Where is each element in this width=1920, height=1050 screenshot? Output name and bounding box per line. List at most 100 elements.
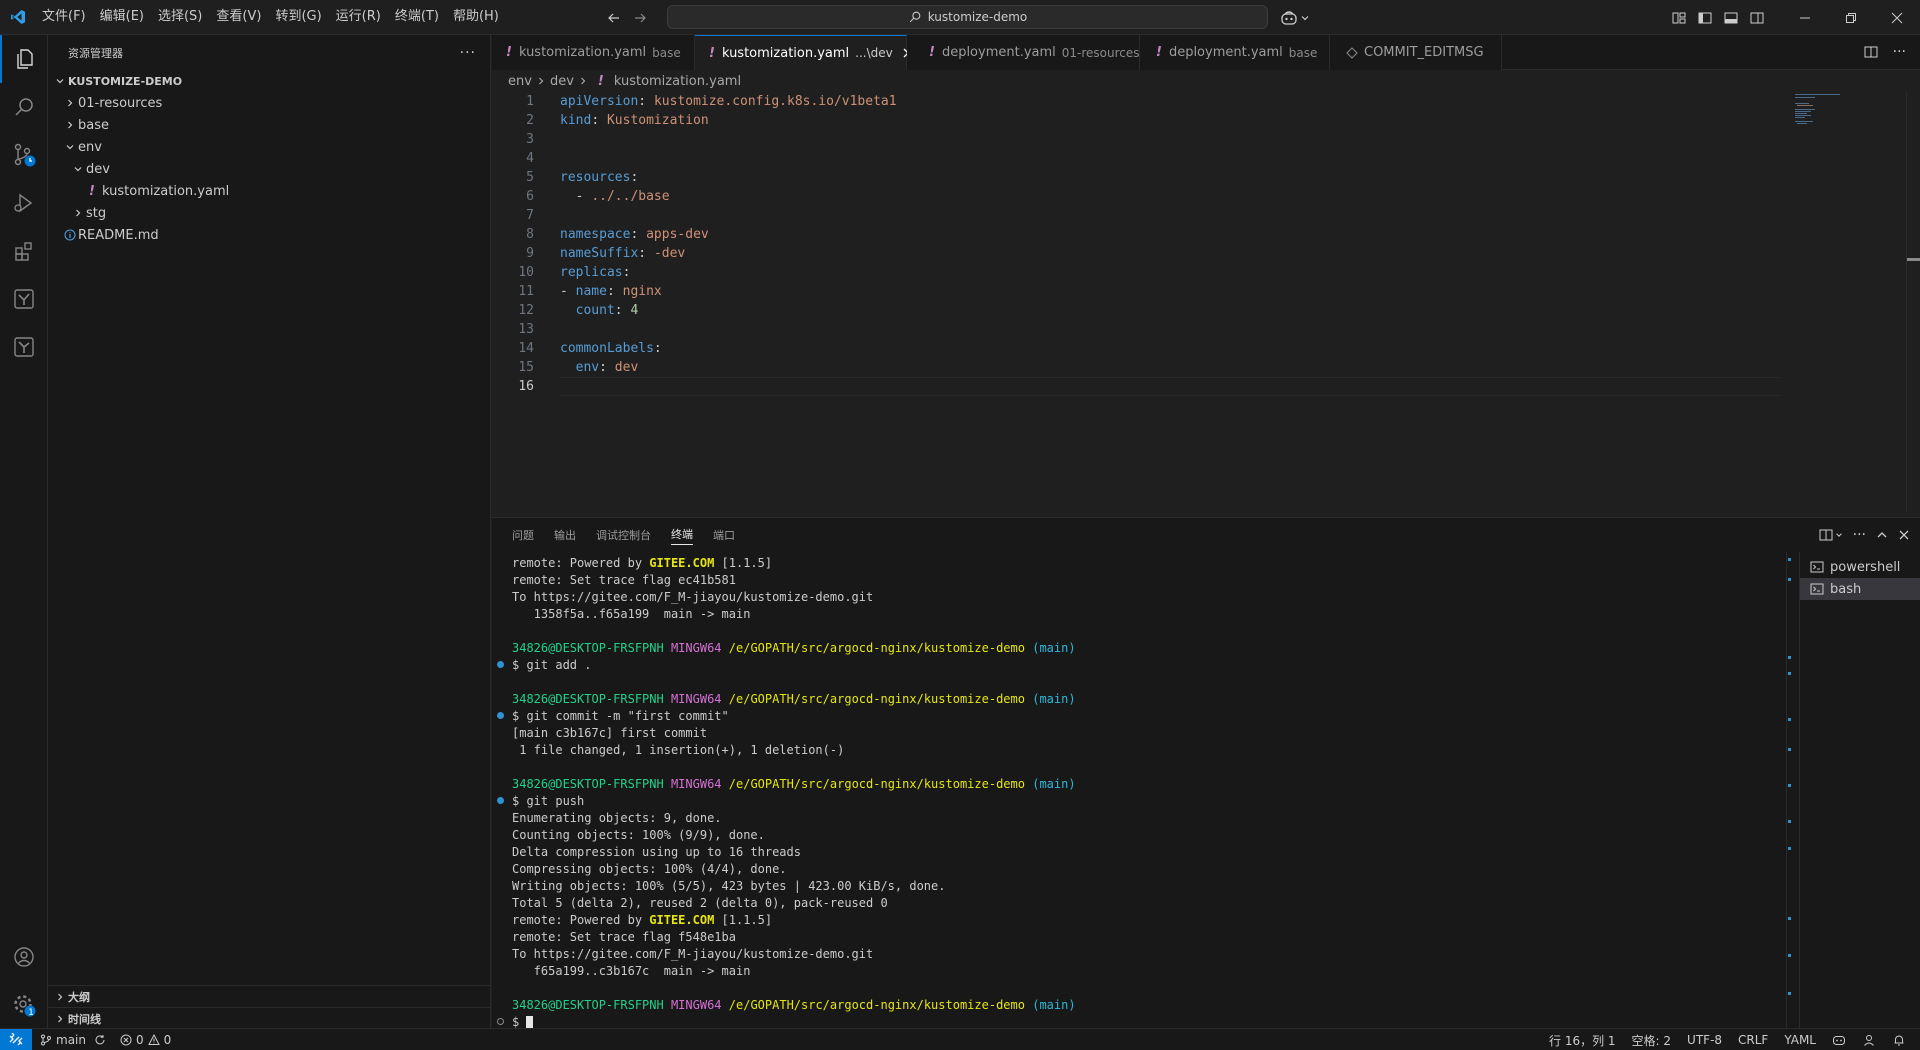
encoding[interactable]: UTF-8: [1687, 1033, 1722, 1047]
gitlens-activity-icon[interactable]: [0, 323, 48, 371]
copilot-button[interactable]: [1280, 0, 1310, 35]
line-ending[interactable]: CRLF: [1738, 1033, 1768, 1047]
settings-gear-icon[interactable]: 1: [0, 981, 48, 1029]
back-arrow-icon[interactable]: [606, 10, 622, 26]
explorer-activity-icon[interactable]: [0, 35, 48, 83]
forward-arrow-icon[interactable]: [632, 10, 648, 26]
menu-help[interactable]: 帮助(H): [446, 4, 506, 30]
tab-debug-console[interactable]: 调试控制台: [596, 527, 651, 543]
command-decoration-dot[interactable]: [497, 712, 504, 719]
tab-commit-editmsg[interactable]: COMMIT_EDITMSG: [1330, 35, 1502, 70]
tree-item-kustomization-yaml[interactable]: ! kustomization.yaml: [48, 180, 490, 202]
warning-count: 0: [163, 1033, 172, 1047]
accounts-status-icon[interactable]: [1862, 1033, 1876, 1047]
command-decoration-dot[interactable]: [497, 1018, 504, 1025]
menu-edit[interactable]: 编辑(E): [93, 4, 151, 30]
tree-item-01-resources[interactable]: 01-resources: [48, 92, 490, 114]
git-branch-icon: [40, 1034, 52, 1046]
language-mode[interactable]: YAML: [1784, 1033, 1816, 1047]
split-editor-icon[interactable]: [1863, 44, 1879, 60]
timeline-section[interactable]: 时间线: [48, 1007, 490, 1029]
close-panel-icon[interactable]: [1898, 529, 1910, 541]
sync-icon: [94, 1034, 106, 1046]
command-center-search[interactable]: kustomize-demo: [667, 5, 1268, 29]
tab-kustomization-base[interactable]: ! kustomization.yaml base: [492, 35, 695, 70]
cursor-position[interactable]: 行 16，列 1: [1549, 1032, 1616, 1049]
explorer-root-folder[interactable]: KUSTOMIZE-DEMO: [48, 70, 490, 92]
tab-terminal[interactable]: 终端: [671, 526, 693, 545]
terminal-line: To https://gitee.com/F_M-jiayou/kustomiz…: [512, 947, 874, 961]
tree-item-stg[interactable]: stg: [48, 202, 490, 224]
tree-item-dev[interactable]: dev: [48, 158, 490, 180]
more-actions-icon[interactable]: ···: [460, 45, 476, 61]
breadcrumb-item[interactable]: kustomization.yaml: [614, 74, 741, 89]
remote-indicator[interactable]: [0, 1029, 32, 1050]
menu-go[interactable]: 转到(G): [268, 4, 328, 30]
menu-view[interactable]: 查看(V): [209, 4, 268, 30]
more-actions-icon[interactable]: ···: [1893, 44, 1906, 60]
account-icon[interactable]: [0, 933, 48, 981]
root-folder-label: KUSTOMIZE-DEMO: [68, 74, 183, 88]
minimize-icon[interactable]: [1782, 0, 1828, 35]
indentation[interactable]: 空格: 2: [1632, 1032, 1672, 1049]
menu-terminal[interactable]: 终端(T): [388, 4, 446, 30]
branch-status[interactable]: main: [40, 1033, 106, 1047]
terminal-item-powershell[interactable]: powershell: [1800, 556, 1920, 578]
bottom-panel: 问题 输出 调试控制台 终端 端口 ··· remote: Powered by…: [492, 517, 1920, 1030]
chevron-right-icon: [62, 98, 78, 108]
code-editor[interactable]: 1 apiVersion: kustomize.config.k8s.io/v1b…: [492, 92, 1920, 512]
notifications-bell-icon[interactable]: [1892, 1033, 1906, 1047]
terminal-output[interactable]: remote: Powered by GITEE.COM [1.1.5] rem…: [492, 552, 1792, 1030]
maximize-panel-icon[interactable]: [1876, 529, 1888, 541]
menu-selection[interactable]: 选择(S): [151, 4, 209, 30]
tab-kustomization-dev[interactable]: ! kustomization.yaml ...\dev: [695, 35, 913, 70]
run-debug-activity-icon[interactable]: [0, 179, 48, 227]
terminal-item-bash[interactable]: bash: [1800, 578, 1920, 600]
toggle-panel-icon[interactable]: [1718, 0, 1744, 35]
tab-output[interactable]: 输出: [554, 527, 576, 543]
line-number: 5: [526, 170, 534, 185]
extensions-activity-icon[interactable]: [0, 227, 48, 275]
code-line: 7: [492, 206, 1792, 225]
tab-problems[interactable]: 问题: [512, 527, 534, 543]
minimap[interactable]: [1795, 92, 1890, 132]
menu-file[interactable]: 文件(F): [35, 4, 93, 30]
editor-scrollbar[interactable]: [1906, 92, 1920, 512]
line-number: 3: [526, 132, 534, 147]
menu-run[interactable]: 运行(R): [329, 4, 388, 30]
terminal-prompt: 34826@DESKTOP-FRSFPNH MINGW64 /e/GOPATH/…: [512, 641, 1076, 655]
kubernetes-activity-icon[interactable]: [0, 275, 48, 323]
breadcrumb-item[interactable]: env: [508, 74, 532, 89]
terminal-scrollbar[interactable]: [1786, 552, 1792, 1029]
restore-icon[interactable]: [1828, 0, 1874, 35]
toggle-primary-sidebar-icon[interactable]: [1692, 0, 1718, 35]
customize-layout-icon[interactable]: [1666, 0, 1692, 35]
terminal-line: Writing objects: 100% (5/5), 423 bytes |…: [512, 879, 946, 893]
terminal-item-label: powershell: [1830, 559, 1901, 575]
tree-item-env[interactable]: env: [48, 136, 490, 158]
panel-tabs: 问题 输出 调试控制台 终端 端口: [492, 518, 735, 552]
command-decoration-dot[interactable]: [497, 797, 504, 804]
tab-ports[interactable]: 端口: [713, 527, 735, 543]
yaml-file-icon: !: [1156, 45, 1162, 60]
tree-item-readme[interactable]: README.md: [48, 224, 490, 246]
explorer-sidebar: 资源管理器 ··· KUSTOMIZE-DEMO 01-resources ba…: [48, 35, 491, 1028]
toggle-secondary-sidebar-icon[interactable]: [1744, 0, 1770, 35]
split-terminal-icon[interactable]: [1819, 528, 1843, 542]
close-window-icon[interactable]: [1874, 0, 1920, 35]
source-control-activity-icon[interactable]: [0, 131, 48, 179]
tree-item-base[interactable]: base: [48, 114, 490, 136]
terminal-line: Enumerating objects: 9, done.: [512, 811, 722, 825]
tab-deployment-base[interactable]: ! deployment.yaml base: [1140, 35, 1330, 70]
copilot-status-icon[interactable]: [1832, 1033, 1846, 1047]
search-activity-icon[interactable]: [0, 83, 48, 131]
command-decoration-dot[interactable]: [497, 661, 504, 668]
more-actions-icon[interactable]: ···: [1853, 527, 1866, 543]
outline-section[interactable]: 大纲: [48, 985, 490, 1007]
tab-deployment-01-resources[interactable]: ! deployment.yaml 01-resources: [907, 35, 1140, 70]
terminal-line: [main c3b167c] first commit: [512, 726, 708, 740]
code-text: - ../../base: [560, 189, 670, 204]
problems-status[interactable]: 0 0: [120, 1033, 171, 1047]
breadcrumb-item[interactable]: dev: [550, 74, 574, 89]
chevron-right-icon: [62, 120, 78, 130]
